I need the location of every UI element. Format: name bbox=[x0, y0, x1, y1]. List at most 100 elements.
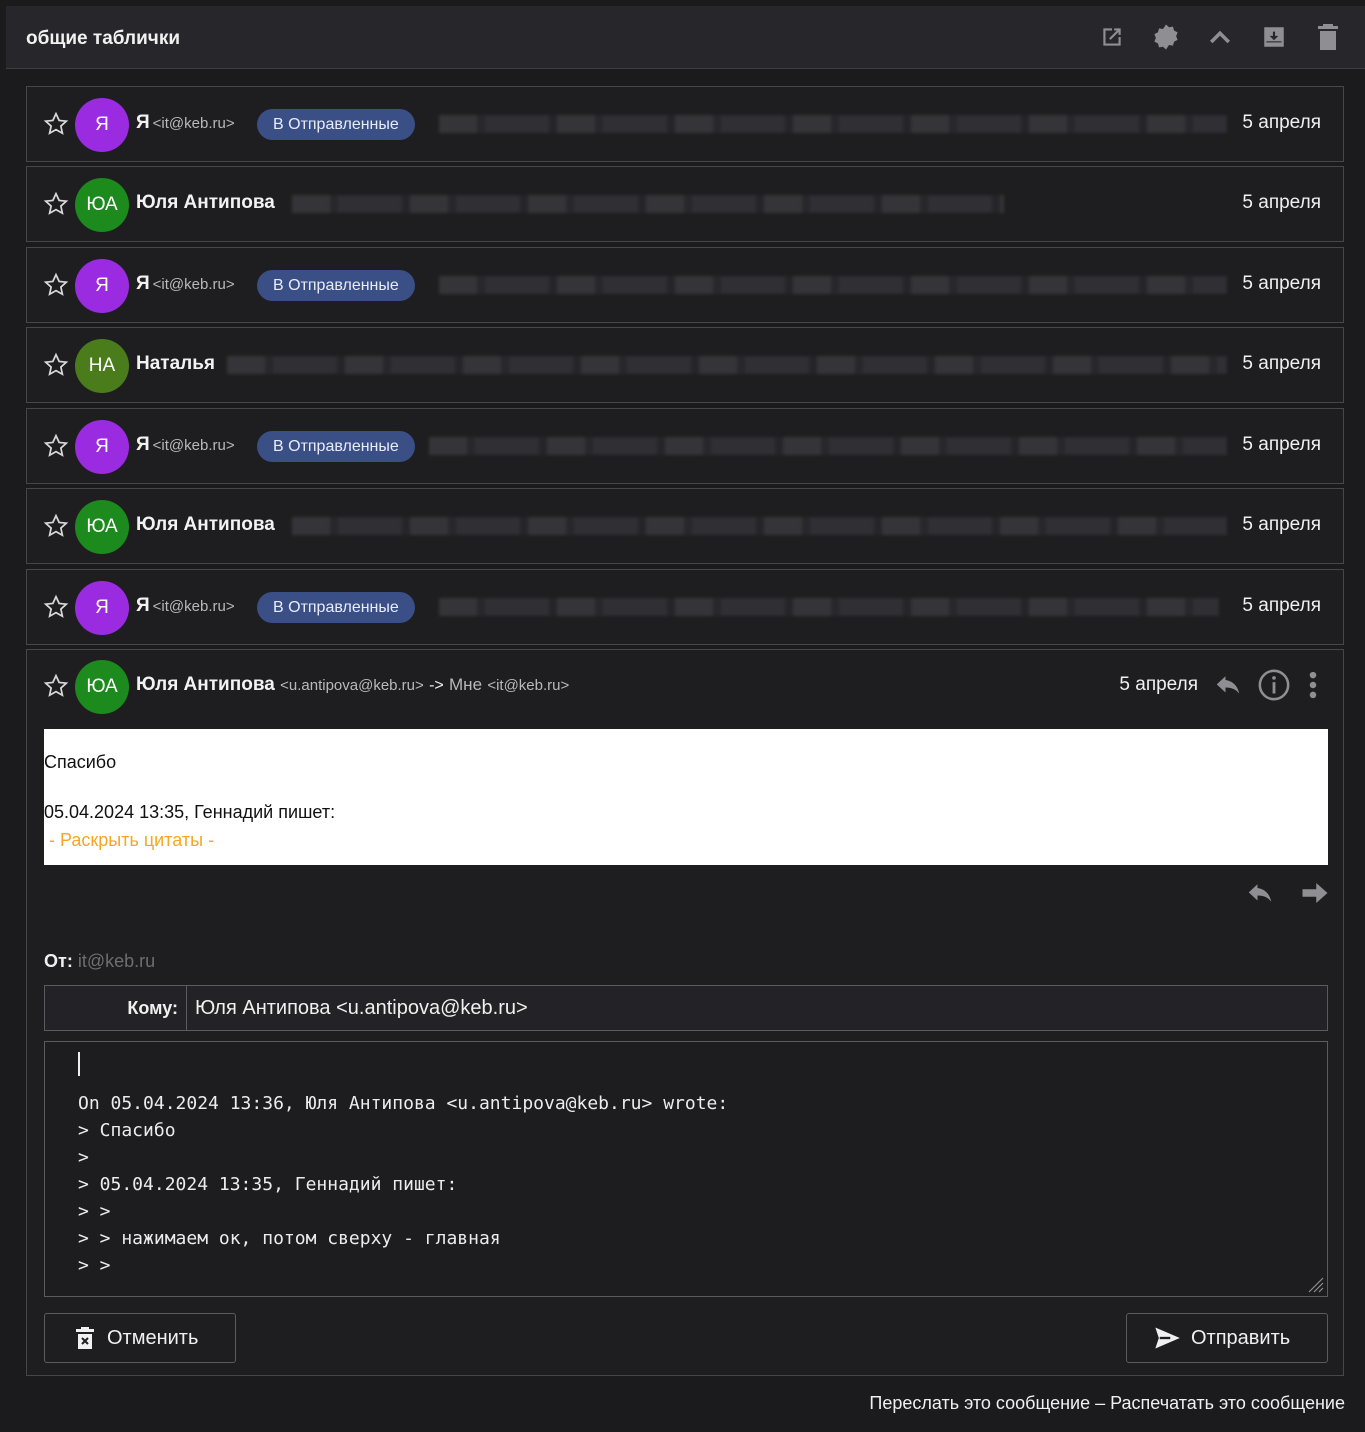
message-row-7[interactable]: Я Я <it@keb.ru> В Отправленные 5 апреля bbox=[26, 569, 1344, 645]
send-label: Отправить bbox=[1191, 1326, 1291, 1349]
reply-body-editor[interactable]: On 05.04.2024 13:36, Юля Антипова <u.ant… bbox=[44, 1041, 1328, 1297]
thread-toolbar bbox=[1097, 22, 1343, 52]
reply-icon[interactable] bbox=[1243, 878, 1277, 908]
star-icon[interactable] bbox=[43, 594, 69, 620]
to-field[interactable]: Кому: Юля Антипова <u.antipova@keb.ru> bbox=[44, 985, 1328, 1031]
message-date: 5 апреля bbox=[1242, 514, 1321, 535]
open-message: ЮА Юля Антипова <u.antipova@keb.ru> -> М… bbox=[26, 649, 1344, 919]
message-date: 5 апреля bbox=[1242, 595, 1321, 616]
message-actions bbox=[1211, 668, 1323, 702]
star-icon[interactable] bbox=[43, 352, 69, 378]
body-text: Спасибо bbox=[44, 752, 117, 772]
message-body: Спасибо 05.04.2024 13:35, Геннадий пишет… bbox=[44, 729, 1328, 865]
star-icon[interactable] bbox=[43, 191, 69, 217]
avatar: Я bbox=[75, 581, 129, 635]
message-row-2[interactable]: ЮА Юля Антипова 5 апреля bbox=[26, 166, 1344, 242]
from-value: it@keb.ru bbox=[77, 951, 156, 971]
sender-email: <it@keb.ru> bbox=[152, 598, 235, 615]
folder-badge[interactable]: В Отправленные bbox=[257, 270, 415, 301]
send-icon bbox=[1155, 1327, 1180, 1349]
send-button[interactable]: Отправить bbox=[1126, 1313, 1328, 1363]
message-date: 5 апреля bbox=[1119, 674, 1198, 695]
recipient-name: Мне bbox=[449, 675, 483, 694]
star-icon[interactable] bbox=[43, 111, 69, 137]
sender-name: Юля Антипова bbox=[136, 192, 275, 213]
sender-email: <it@keb.ru> bbox=[152, 115, 235, 132]
sender-name: Я <it@keb.ru> bbox=[136, 434, 235, 455]
star-icon[interactable] bbox=[43, 272, 69, 298]
avatar: ЮА bbox=[75, 178, 129, 232]
avatar: Я bbox=[75, 98, 129, 152]
quoted-reply-text[interactable]: On 05.04.2024 13:36, Юля Антипова <u.ant… bbox=[78, 1090, 728, 1279]
sender-name: Наталья bbox=[136, 353, 215, 374]
sender-email: <it@keb.ru> bbox=[152, 437, 235, 454]
print-message-link[interactable]: Распечатать это сообщение bbox=[1110, 1393, 1345, 1413]
reply-compose: От: it@keb.ru Кому: Юля Антипова <u.anti… bbox=[26, 918, 1344, 1376]
sender-email: <it@keb.ru> bbox=[152, 276, 235, 293]
sender-line: Юля Антипова <u.antipova@keb.ru> -> Мне … bbox=[136, 674, 569, 696]
from-label: От: bbox=[44, 951, 73, 971]
collapse-up-icon[interactable] bbox=[1205, 22, 1235, 52]
forward-message-link[interactable]: Переслать это сообщение bbox=[869, 1393, 1090, 1413]
quote-header: 05.04.2024 13:35, Геннадий пишет: bbox=[44, 802, 336, 822]
mail-thread-window: общие таблички Я Я <it@keb.ru> В Отправле… bbox=[6, 6, 1365, 1432]
message-preview-redacted bbox=[292, 517, 1227, 535]
to-input[interactable]: Юля Антипова <u.antipova@keb.ru> bbox=[195, 986, 528, 1030]
message-preview-redacted bbox=[429, 437, 1227, 455]
sender-name: Я <it@keb.ru> bbox=[136, 112, 235, 133]
message-preview-redacted bbox=[227, 356, 1227, 374]
message-row-5[interactable]: Я Я <it@keb.ru> В Отправленные 5 апреля bbox=[26, 408, 1344, 484]
star-icon[interactable] bbox=[43, 433, 69, 459]
sender-name: Юля Антипова bbox=[136, 514, 275, 535]
sender-name: Я <it@keb.ru> bbox=[136, 273, 235, 294]
sender-email: <u.antipova@keb.ru> bbox=[280, 677, 424, 694]
avatar: Я bbox=[75, 420, 129, 474]
message-date: 5 апреля bbox=[1242, 192, 1321, 213]
avatar: Я bbox=[75, 259, 129, 313]
folder-badge[interactable]: В Отправленные bbox=[257, 592, 415, 623]
message-footer-actions bbox=[1243, 878, 1331, 908]
to-label: Кому: bbox=[45, 986, 187, 1030]
avatar: НА bbox=[75, 339, 129, 393]
folder-badge[interactable]: В Отправленные bbox=[257, 109, 415, 140]
footer-links: Переслать это сообщение – Распечатать эт… bbox=[869, 1393, 1345, 1414]
message-date: 5 апреля bbox=[1242, 434, 1321, 455]
cancel-button[interactable]: Отменить bbox=[44, 1313, 236, 1363]
expand-quotes-link[interactable]: - Раскрыть цитаты - bbox=[49, 830, 214, 851]
message-date: 5 апреля bbox=[1242, 273, 1321, 294]
message-preview-redacted bbox=[292, 195, 1004, 213]
trash-icon[interactable] bbox=[1313, 22, 1343, 52]
sender-name: Юля Антипова bbox=[136, 674, 275, 695]
archive-icon[interactable] bbox=[1259, 22, 1289, 52]
message-row-4[interactable]: НА Наталья 5 апреля bbox=[26, 327, 1344, 403]
recipient-email: <it@keb.ru> bbox=[487, 677, 570, 694]
avatar: ЮА bbox=[75, 500, 129, 554]
resize-handle-icon[interactable] bbox=[1305, 1274, 1325, 1294]
message-date: 5 апреля bbox=[1242, 353, 1321, 374]
direction-arrow: -> bbox=[429, 677, 444, 694]
message-row-1[interactable]: Я Я <it@keb.ru> В Отправленные 5 апреля bbox=[26, 86, 1344, 162]
folder-badge[interactable]: В Отправленные bbox=[257, 431, 415, 462]
message-row-3[interactable]: Я Я <it@keb.ru> В Отправленные 5 апреля bbox=[26, 247, 1344, 323]
thread-title: общие таблички bbox=[26, 28, 181, 49]
message-row-6[interactable]: ЮА Юля Антипова 5 апреля bbox=[26, 488, 1344, 564]
star-icon[interactable] bbox=[43, 513, 69, 539]
info-icon[interactable] bbox=[1257, 668, 1291, 702]
reply-icon[interactable] bbox=[1211, 670, 1245, 700]
sender-name: Я <it@keb.ru> bbox=[136, 595, 235, 616]
text-caret bbox=[78, 1052, 80, 1076]
more-vertical-icon[interactable] bbox=[1303, 668, 1323, 702]
star-icon[interactable] bbox=[43, 673, 69, 699]
cancel-label: Отменить bbox=[107, 1326, 199, 1349]
message-preview-redacted bbox=[439, 276, 1227, 294]
footer-separator: – bbox=[1095, 1393, 1106, 1413]
trash-x-icon bbox=[76, 1327, 94, 1349]
open-external-icon[interactable] bbox=[1097, 22, 1127, 52]
settings-icon[interactable] bbox=[1151, 22, 1181, 52]
message-date: 5 апреля bbox=[1242, 112, 1321, 133]
avatar: ЮА bbox=[75, 660, 129, 714]
message-preview-redacted bbox=[439, 598, 1219, 616]
forward-icon[interactable] bbox=[1299, 878, 1331, 908]
from-line: От: it@keb.ru bbox=[44, 951, 155, 972]
message-preview-redacted bbox=[439, 115, 1227, 133]
